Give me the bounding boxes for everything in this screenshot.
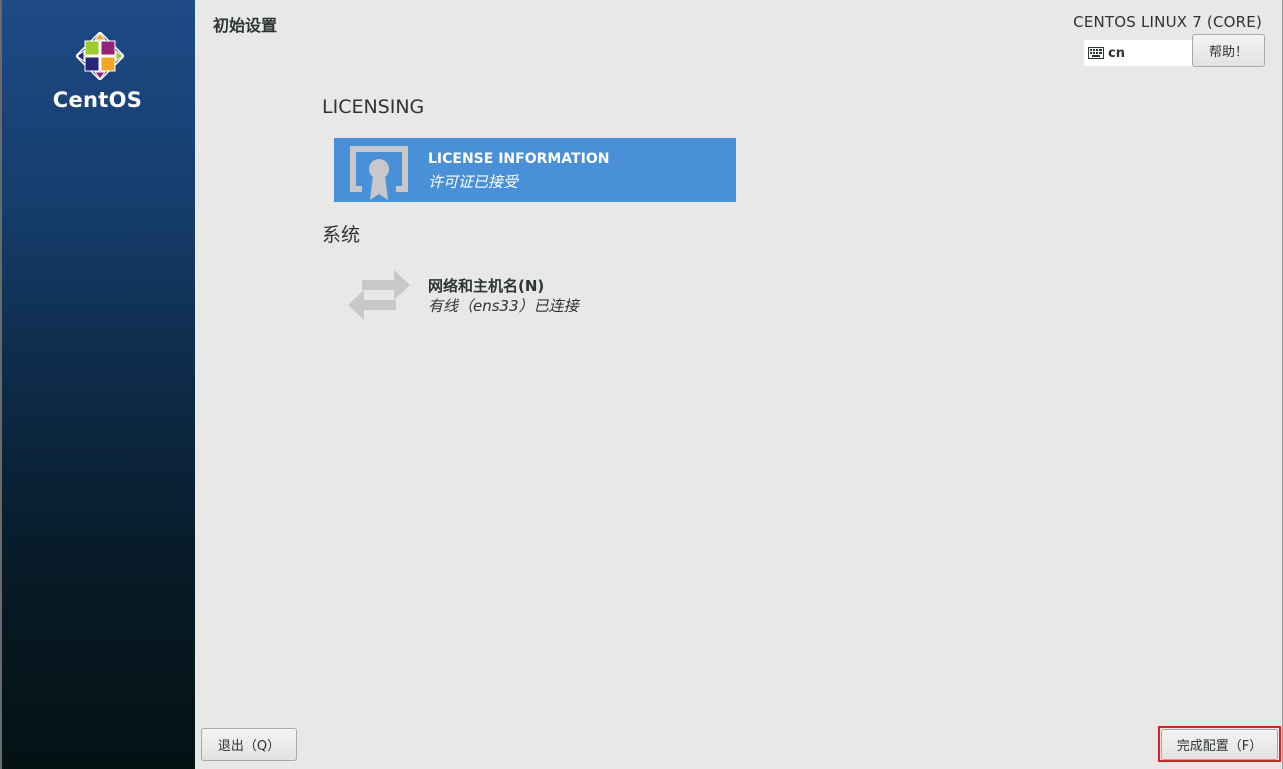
help-button[interactable]: 帮助！ <box>1192 34 1265 67</box>
keyboard-icon <box>1088 47 1104 59</box>
initial-setup-window: CentOS 初始设置 CENTOS LINUX 7 (CORE) cn 帮助！… <box>0 0 1283 769</box>
network-arrows-icon <box>348 270 410 320</box>
product-title: CENTOS LINUX 7 (CORE) <box>1073 13 1262 31</box>
license-information-spoke[interactable]: LICENSE INFORMATION 许可证已接受 <box>334 138 736 202</box>
keyboard-layout-indicator[interactable]: cn <box>1084 40 1192 66</box>
section-title-system: 系统 <box>322 224 361 246</box>
section-title-licensing: LICENSING <box>322 96 425 118</box>
license-spoke-status: 许可证已接受 <box>428 173 519 191</box>
network-hostname-spoke[interactable]: 网络和主机名(N) 有线（ens33）已连接 <box>334 262 736 326</box>
network-spoke-title: 网络和主机名(N) <box>428 277 545 295</box>
license-spoke-title: LICENSE INFORMATION <box>428 151 610 167</box>
finish-configuration-button[interactable]: 完成配置（F） <box>1161 729 1278 760</box>
brand-name: CentOS <box>52 88 143 112</box>
page-title: 初始设置 <box>213 16 278 35</box>
license-certificate-icon <box>350 146 408 200</box>
keyboard-layout-label: cn <box>1108 45 1125 61</box>
quit-button[interactable]: 退出（Q） <box>201 728 297 761</box>
centos-logo-icon <box>75 32 124 80</box>
sidebar: CentOS <box>0 0 195 769</box>
network-spoke-status: 有线（ens33）已连接 <box>428 297 579 315</box>
brand-logo: CentOS <box>2 32 197 112</box>
